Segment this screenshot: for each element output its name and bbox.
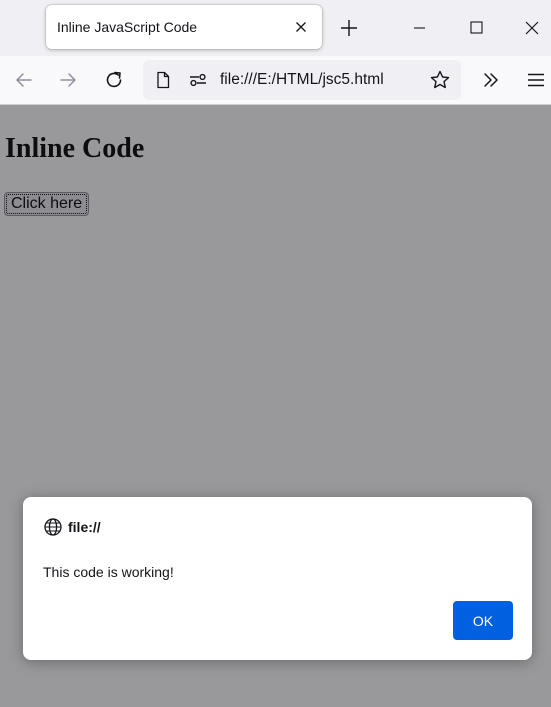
overflow-chevrons-icon[interactable]: [479, 68, 503, 92]
close-tab-icon[interactable]: [292, 18, 310, 36]
browser-tab[interactable]: Inline JavaScript Code: [46, 5, 322, 49]
page-icon: [157, 71, 170, 89]
bookmark-star-icon[interactable]: [429, 69, 451, 91]
reload-icon[interactable]: [102, 68, 126, 92]
minimize-window-icon[interactable]: [391, 0, 448, 56]
url-text[interactable]: file:///E:/HTML/jsc5.html: [220, 71, 384, 89]
back-arrow-icon[interactable]: [12, 68, 36, 92]
address-bar[interactable]: file:///E:/HTML/jsc5.html: [143, 60, 461, 100]
new-tab-plus-icon[interactable]: [337, 16, 361, 40]
globe-icon: [44, 518, 62, 536]
hamburger-menu-icon[interactable]: [525, 68, 547, 92]
navigation-toolbar: file:///E:/HTML/jsc5.html: [0, 56, 551, 105]
ok-button[interactable]: OK: [453, 601, 513, 640]
maximize-window-icon[interactable]: [448, 0, 505, 56]
close-window-icon[interactable]: [505, 0, 551, 56]
forward-arrow-icon[interactable]: [56, 68, 80, 92]
alert-dialog: file:// This code is working! OK: [23, 497, 532, 660]
dialog-message: This code is working!: [43, 564, 174, 580]
tab-title: Inline JavaScript Code: [57, 19, 198, 35]
dialog-origin: file://: [68, 519, 101, 535]
permissions-icon[interactable]: [187, 70, 209, 90]
tab-strip: Inline JavaScript Code: [0, 0, 551, 56]
